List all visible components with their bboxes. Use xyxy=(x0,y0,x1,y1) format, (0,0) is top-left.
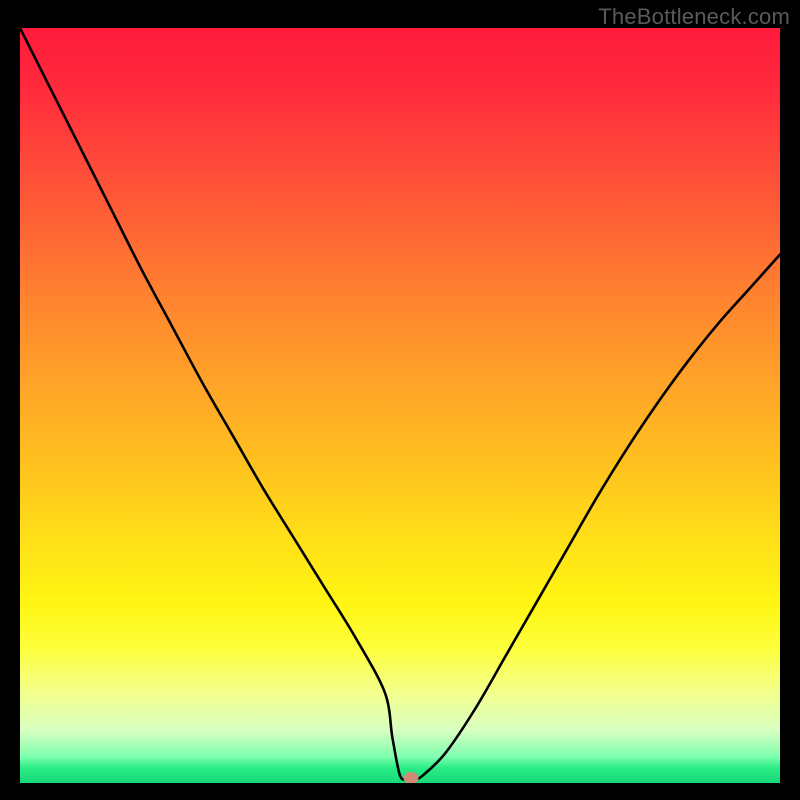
chart-frame: TheBottleneck.com xyxy=(0,0,800,800)
minimum-marker xyxy=(404,772,419,783)
plot-area xyxy=(20,28,780,783)
watermark-text: TheBottleneck.com xyxy=(598,4,790,30)
bottleneck-curve xyxy=(20,28,780,783)
